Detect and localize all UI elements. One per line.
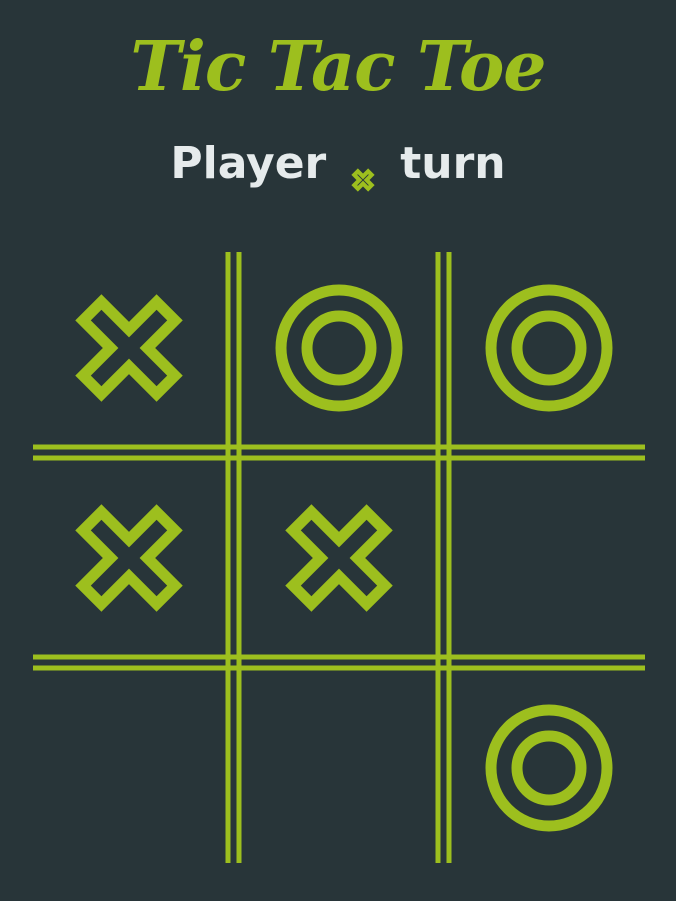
board-cell-6[interactable] — [454, 463, 644, 653]
board-cell-5[interactable] — [244, 463, 434, 653]
game-board — [0, 0, 676, 901]
board-cell-3[interactable] — [454, 253, 644, 443]
board-cell-4[interactable] — [34, 463, 224, 653]
o-mark-icon — [275, 284, 403, 412]
x-mark-icon — [75, 504, 183, 612]
board-cell-1[interactable] — [34, 253, 224, 443]
board-cell-8[interactable] — [244, 673, 434, 863]
x-mark-icon — [75, 294, 183, 402]
x-mark-icon — [285, 504, 393, 612]
o-mark-icon — [485, 284, 613, 412]
board-cell-7[interactable] — [34, 673, 224, 863]
board-cell-2[interactable] — [244, 253, 434, 443]
board-cell-9[interactable] — [454, 673, 644, 863]
o-mark-icon — [485, 704, 613, 832]
